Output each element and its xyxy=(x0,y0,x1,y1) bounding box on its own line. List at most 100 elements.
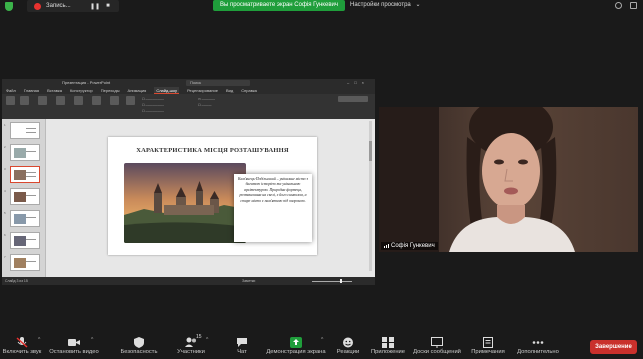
ppt-ribbon: ☐ ‒‒‒‒‒‒‒‒‒‒‒ ☐ ‒‒‒‒‒‒‒‒‒‒‒ ☐ ‒‒‒‒‒‒‒‒‒‒… xyxy=(2,94,375,119)
whiteboard-icon xyxy=(431,335,443,348)
security-label: Безопасность xyxy=(120,349,158,355)
video-camera-icon xyxy=(68,335,80,346)
ppt-tab[interactable]: Вид xyxy=(226,87,233,94)
notes-toggle[interactable]: Заметки xyxy=(242,277,255,285)
more-icon xyxy=(532,335,544,346)
notes-label: Примечания xyxy=(471,349,505,355)
view-options-button[interactable]: Настройки просмотра ⌄ xyxy=(350,0,420,11)
participant-video-image xyxy=(379,107,638,252)
slide-text-box[interactable]: Кам'янець-Подільський – унікальне місто … xyxy=(234,174,312,242)
vertical-scrollbar[interactable] xyxy=(369,121,372,271)
chevron-up-icon[interactable]: ^ xyxy=(38,337,40,343)
apps-label: Приложение xyxy=(370,349,405,355)
ppt-tab[interactable]: Переходы xyxy=(101,87,120,94)
shared-screen: Презентация - PowerPoint Поиск –□× Файл Г… xyxy=(2,79,375,285)
more-button[interactable]: Дополнительно xyxy=(514,333,562,359)
encryption-shield-icon[interactable] xyxy=(5,2,13,11)
whiteboard-button[interactable]: Доски сообщений xyxy=(412,333,462,359)
ribbon-checkbox[interactable]: ☐ ‒‒‒‒‒‒‒‒‒‒‒ xyxy=(142,103,164,107)
more-label: Дополнительно xyxy=(517,349,559,355)
slide-thumbnail[interactable] xyxy=(10,122,40,139)
ribbon-share-button[interactable] xyxy=(338,96,368,102)
slide-thumbnail[interactable] xyxy=(10,210,40,227)
participants-label: Участники xyxy=(177,349,205,355)
share-screen-icon xyxy=(290,335,302,348)
mic-muted-icon xyxy=(16,335,28,348)
fullscreen-icon[interactable] xyxy=(630,2,637,9)
ribbon-button-icon[interactable] xyxy=(20,96,29,105)
chevron-up-icon[interactable]: ^ xyxy=(321,337,323,343)
view-options-label: Настройки просмотра xyxy=(350,2,411,8)
ppt-tab[interactable]: Слайд-шоу xyxy=(154,87,180,94)
current-slide[interactable]: ХАРАКТЕРИСТИКА МІСЦЯ РОЗТАШУВАННЯ Кам'ян… xyxy=(108,137,317,255)
ppt-tab[interactable]: Анимация xyxy=(128,87,147,94)
slide-thumbnail[interactable] xyxy=(10,254,40,271)
ppt-status-bar: Слайд 3 из 15 Заметки xyxy=(2,277,375,285)
ppt-tab[interactable]: Главная xyxy=(24,87,39,94)
ribbon-button-icon[interactable] xyxy=(74,96,83,105)
stop-recording-icon[interactable]: ■ xyxy=(106,3,110,9)
pause-recording-icon[interactable]: ❚❚ xyxy=(90,3,100,10)
reaction-icon xyxy=(342,335,354,348)
thumb-number: 2 xyxy=(4,145,6,149)
chevron-down-icon: ⌄ xyxy=(415,2,421,8)
ribbon-dropdown[interactable]: ▭ ‒‒‒‒‒‒‒‒ xyxy=(198,97,215,101)
chevron-up-icon[interactable]: ^ xyxy=(91,337,93,343)
ribbon-checkbox[interactable]: ☐ ‒‒‒‒‒‒‒‒‒‒‒ xyxy=(142,97,164,101)
ppt-tab[interactable]: Конструктор xyxy=(70,87,93,94)
ribbon-button-icon[interactable] xyxy=(126,96,135,105)
recording-indicator: Запись... ❚❚ ■ xyxy=(27,0,119,12)
notes-icon xyxy=(482,335,494,348)
slide-title: ХАРАКТЕРИСТИКА МІСЦЯ РОЗТАШУВАННЯ xyxy=(136,147,289,154)
ppt-ribbon-tabs: Файл Главная Вставка Конструктор Переходы Ани… xyxy=(2,87,375,94)
slide-counter: Слайд 3 из 15 xyxy=(5,279,28,283)
thumb-number: 5 xyxy=(4,211,6,215)
participant-video[interactable]: Софія Гункевич xyxy=(379,107,638,252)
ppt-tab[interactable]: Файл xyxy=(6,87,16,94)
stop-video-label: Остановить видео xyxy=(49,349,99,355)
screen-share-notice: Вы просматриваете экран Софія Гункевич xyxy=(213,0,345,11)
record-dot-icon xyxy=(34,2,41,10)
end-meeting-button[interactable]: Завершение xyxy=(590,340,637,354)
slide-thumbnail-active[interactable] xyxy=(10,166,40,183)
ribbon-button-icon[interactable] xyxy=(38,96,47,105)
ppt-window-controls[interactable]: –□× xyxy=(347,79,369,87)
ribbon-button-icon[interactable] xyxy=(56,96,65,105)
ribbon-button-icon[interactable] xyxy=(92,96,101,105)
chevron-up-icon[interactable]: ^ xyxy=(206,337,208,343)
participants-icon: 15 xyxy=(185,334,202,347)
apps-button[interactable]: Приложение xyxy=(370,333,406,359)
ribbon-checkbox[interactable]: ☐ ‒‒‒‒‒‒‒‒‒‒‒ xyxy=(142,109,164,113)
ppt-tab[interactable]: Справка xyxy=(241,87,257,94)
security-button[interactable]: Безопасность xyxy=(116,333,162,359)
ppt-search-box[interactable]: Поиск xyxy=(186,80,250,86)
reactions-button[interactable]: Реакции xyxy=(334,333,362,359)
ribbon-button-icon[interactable] xyxy=(6,96,15,105)
thumb-number: 3 xyxy=(4,167,6,171)
audio-level-icon xyxy=(384,244,389,248)
participants-button[interactable]: 15 Участники ^ xyxy=(172,333,210,359)
zoom-slider-track[interactable] xyxy=(312,280,352,282)
ppt-tab[interactable]: Рецензирование xyxy=(187,87,218,94)
thumb-number: 1 xyxy=(4,123,6,127)
share-screen-label: Демонстрация экрана xyxy=(266,349,326,355)
ribbon-button-icon[interactable] xyxy=(110,96,119,105)
ppt-title-bar: Презентация - PowerPoint Поиск –□× xyxy=(2,79,375,87)
thumb-number: 6 xyxy=(4,233,6,237)
slide-thumbnail[interactable] xyxy=(10,144,40,161)
zoom-meeting-window: Запись... ❚❚ ■ Вы просматриваете экран С… xyxy=(0,0,643,359)
shield-icon xyxy=(133,335,145,348)
info-icon[interactable] xyxy=(615,2,622,9)
notes-button[interactable]: Примечания xyxy=(468,333,508,359)
ppt-tab[interactable]: Вставка xyxy=(47,87,62,94)
slide-thumbnail[interactable] xyxy=(10,188,40,205)
stop-video-button[interactable]: Остановить видео ^ xyxy=(48,333,100,359)
ribbon-checkbox[interactable]: ☐ ‒‒‒‒‒‒ xyxy=(198,103,212,107)
unmute-button[interactable]: Включить звук ^ xyxy=(0,333,44,359)
slide-thumbnail[interactable] xyxy=(10,232,40,249)
window-controls xyxy=(615,2,637,9)
chat-button[interactable]: Чат xyxy=(228,333,256,359)
share-screen-button[interactable]: Демонстрация экрана ^ xyxy=(266,333,326,359)
zoom-slider-knob[interactable] xyxy=(340,279,342,283)
participant-name-label: Софія Гункевич xyxy=(381,242,438,250)
